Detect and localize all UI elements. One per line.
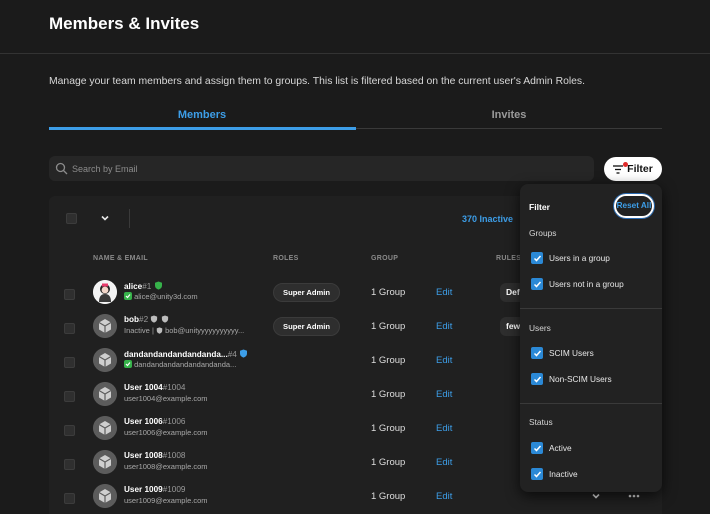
user-name: User 1009#1009 bbox=[124, 485, 186, 494]
filter-option-inactive[interactable]: Inactive bbox=[531, 467, 578, 481]
user-email: alice@unity3d.com bbox=[124, 292, 198, 301]
filter-panel: Filter Reset All Groups Users in a group… bbox=[520, 184, 662, 492]
group-count: 1 Group bbox=[371, 491, 406, 502]
checkbox-checked[interactable] bbox=[531, 278, 543, 290]
row-checkbox[interactable] bbox=[64, 459, 75, 470]
filter-button[interactable]: Filter bbox=[604, 157, 662, 181]
avatar bbox=[93, 450, 117, 474]
status-inactive: Inactive bbox=[124, 326, 150, 335]
shield-icon bbox=[154, 281, 162, 290]
edit-link[interactable]: Edit bbox=[436, 389, 452, 400]
user-email: user1006@example.com bbox=[124, 428, 208, 437]
chevron-down-icon[interactable] bbox=[591, 491, 601, 501]
checkbox-checked[interactable] bbox=[531, 252, 543, 264]
shield-icon bbox=[156, 327, 163, 334]
user-name: dandandandandandanda...#4 bbox=[124, 349, 248, 359]
checkbox-checked[interactable] bbox=[531, 442, 543, 454]
search-box bbox=[49, 156, 594, 181]
search-icon bbox=[55, 162, 68, 175]
avatar bbox=[93, 348, 117, 372]
inactive-count[interactable]: 370 Inactive bbox=[462, 214, 513, 224]
avatar bbox=[93, 382, 117, 406]
group-count: 1 Group bbox=[371, 355, 406, 366]
user-name: bob#2 bbox=[124, 315, 169, 324]
filter-option-scim-users[interactable]: SCIM Users bbox=[531, 346, 594, 360]
edit-link[interactable]: Edit bbox=[436, 321, 452, 332]
filter-option-users-not-in-group[interactable]: Users not in a group bbox=[531, 277, 624, 291]
filter-button-label: Filter bbox=[627, 163, 653, 175]
group-count: 1 Group bbox=[371, 457, 406, 468]
tab-bar: Members Invites bbox=[49, 109, 662, 133]
page-title: Members & Invites bbox=[49, 14, 200, 33]
avatar bbox=[93, 314, 117, 338]
row-checkbox[interactable] bbox=[64, 289, 75, 300]
user-email: user1004@example.com bbox=[124, 394, 208, 403]
reset-all-button[interactable]: Reset All bbox=[614, 194, 654, 218]
role-pill[interactable]: Super Admin bbox=[273, 317, 340, 336]
avatar bbox=[93, 416, 117, 440]
active-tab-indicator bbox=[49, 127, 356, 130]
user-email: Inactive | bob@unityyyyyyyyyyy... bbox=[124, 326, 245, 335]
filter-divider bbox=[520, 403, 662, 404]
checkbox-checked[interactable] bbox=[531, 373, 543, 385]
shield-icon bbox=[151, 315, 158, 323]
user-name: User 1006#1006 bbox=[124, 417, 186, 426]
shield-icon bbox=[240, 349, 248, 358]
column-header-roles: ROLES bbox=[273, 255, 299, 262]
tab-invites[interactable]: Invites bbox=[356, 109, 662, 121]
user-name: User 1008#1008 bbox=[124, 451, 186, 460]
column-header-name-email: NAME & EMAIL bbox=[93, 255, 148, 262]
checkbox-checked[interactable] bbox=[531, 468, 543, 480]
edit-link[interactable]: Edit bbox=[436, 423, 452, 434]
row-checkbox[interactable] bbox=[64, 391, 75, 402]
filter-section-groups: Groups bbox=[529, 228, 557, 238]
edit-link[interactable]: Edit bbox=[436, 457, 452, 468]
role-pill[interactable]: Super Admin bbox=[273, 283, 340, 302]
edit-link[interactable]: Edit bbox=[436, 355, 452, 366]
shield-icon bbox=[161, 315, 168, 323]
page-description: Manage your team members and assign them… bbox=[49, 76, 586, 87]
checkbox-checked[interactable] bbox=[531, 347, 543, 359]
avatar bbox=[93, 280, 117, 304]
filter-icon bbox=[613, 164, 624, 174]
group-count: 1 Group bbox=[371, 321, 406, 332]
user-name: alice#1 bbox=[124, 281, 163, 291]
more-icon[interactable] bbox=[628, 494, 640, 498]
user-name: User 1004#1004 bbox=[124, 383, 186, 392]
filter-active-dot bbox=[623, 162, 628, 167]
header-divider bbox=[0, 53, 710, 54]
user-email: user1009@example.com bbox=[124, 496, 208, 505]
filter-divider bbox=[520, 308, 662, 309]
edit-link[interactable]: Edit bbox=[436, 491, 452, 502]
filter-section-status: Status bbox=[529, 417, 553, 427]
group-count: 1 Group bbox=[371, 389, 406, 400]
row-checkbox[interactable] bbox=[64, 425, 75, 436]
header-separator bbox=[129, 209, 130, 228]
row-checkbox[interactable] bbox=[64, 323, 75, 334]
column-header-group: GROUP bbox=[371, 255, 399, 262]
search-input[interactable] bbox=[72, 159, 572, 178]
row-checkbox[interactable] bbox=[64, 357, 75, 368]
select-all-checkbox[interactable] bbox=[66, 213, 77, 224]
check-badge-icon bbox=[124, 292, 132, 300]
group-count: 1 Group bbox=[371, 423, 406, 434]
tab-members[interactable]: Members bbox=[49, 109, 355, 121]
check-badge-icon bbox=[124, 360, 132, 368]
filter-option-users-in-group[interactable]: Users in a group bbox=[531, 251, 610, 265]
user-email: dandandandandandandanda... bbox=[124, 360, 236, 369]
chevron-down-icon[interactable] bbox=[100, 213, 110, 223]
user-email: user1008@example.com bbox=[124, 462, 208, 471]
avatar bbox=[93, 484, 117, 508]
filter-section-users: Users bbox=[529, 323, 551, 333]
group-count: 1 Group bbox=[371, 287, 406, 298]
filter-option-active[interactable]: Active bbox=[531, 441, 572, 455]
column-header-rules: RULES bbox=[496, 255, 522, 262]
filter-panel-title: Filter bbox=[529, 202, 551, 212]
row-checkbox[interactable] bbox=[64, 493, 75, 504]
edit-link[interactable]: Edit bbox=[436, 287, 452, 298]
filter-option-non-scim-users[interactable]: Non-SCIM Users bbox=[531, 372, 612, 386]
